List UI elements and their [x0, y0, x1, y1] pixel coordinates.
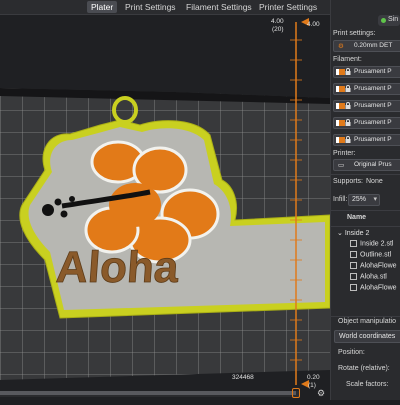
filament-color-swatch — [336, 103, 345, 109]
3d-viewport[interactable]: Aloha — [0, 15, 331, 400]
part-row[interactable]: Inside 2.stl — [350, 240, 393, 247]
position-label: Position: — [338, 349, 365, 356]
coordinates-combo[interactable]: World coordinates — [334, 330, 400, 343]
slider-top-layer: (20) — [272, 26, 284, 33]
filament-name: Prusament P — [354, 68, 392, 75]
object-manipulation-title: Object manipulatio — [338, 318, 396, 325]
mode-label: Sin — [388, 16, 399, 23]
filament-name: Prusament P — [354, 136, 392, 143]
gear-icon[interactable]: ⚙ — [317, 388, 325, 399]
object-name: Inside 2 — [344, 230, 370, 237]
filament-combo-3[interactable]: Prusament P — [333, 100, 400, 112]
part-row[interactable]: AlohaFlowe — [350, 284, 397, 291]
printer-icon: ▭ — [338, 162, 345, 169]
lock-icon — [345, 136, 351, 143]
part-row[interactable]: Aloha.stl — [350, 273, 387, 280]
filament-combo-5[interactable]: Prusament P — [333, 134, 400, 146]
divider — [331, 174, 400, 175]
object-row[interactable]: ⌄ Inside 2 — [337, 229, 369, 237]
print-settings-combo[interactable]: ⚙ 0.20mm DET — [333, 40, 400, 52]
divider — [331, 226, 400, 227]
tab-plater[interactable]: Plater — [87, 1, 118, 13]
slider-bottom-layer: (1) — [308, 382, 316, 389]
filament-color-swatch — [336, 120, 345, 126]
infill-combo[interactable]: 25% ▾ — [348, 194, 380, 206]
filament-name: Prusament P — [354, 119, 392, 126]
lock-icon — [345, 68, 351, 75]
filament-label: Filament: — [333, 56, 362, 63]
scene-canvas: Aloha — [0, 15, 331, 400]
infill-label: Infill: — [333, 196, 348, 203]
infill-value: 25% — [352, 196, 367, 203]
part-icon — [350, 251, 357, 258]
printer-combo[interactable]: ▭ Original Prus — [333, 159, 400, 171]
slider-bottom-value: 0.20 — [307, 374, 320, 381]
filament-color-swatch — [336, 69, 345, 75]
print-settings-value: 0.20mm DET — [354, 42, 393, 49]
print-settings-label: Print settings: — [333, 30, 376, 37]
mode-dot-icon — [381, 18, 386, 23]
gear-small-icon: ⚙ — [338, 43, 344, 50]
tab-print-settings[interactable]: Print Settings — [121, 1, 180, 13]
lock-icon — [345, 102, 351, 109]
lock-icon — [345, 119, 351, 126]
mode-button[interactable]: Sin — [378, 15, 400, 26]
supports-value[interactable]: None — [366, 178, 383, 185]
name-column-header[interactable]: Name — [347, 214, 366, 221]
filament-combo-2[interactable]: Prusament P — [333, 83, 400, 95]
divider — [331, 316, 400, 317]
filament-combo-4[interactable]: Prusament P — [333, 117, 400, 129]
part-icon — [350, 273, 357, 280]
lock-icon — [345, 85, 351, 92]
printer-label: Printer: — [333, 150, 356, 157]
aloha-text: Aloha — [55, 243, 181, 292]
part-icon — [350, 262, 357, 269]
rotate-label: Rotate (relative): — [338, 365, 390, 372]
divider — [331, 210, 400, 211]
filament-color-swatch — [336, 86, 345, 92]
lock-icon[interactable] — [292, 388, 300, 398]
tab-bar: Plater Print Settings Filament Settings … — [0, 0, 330, 15]
filament-name: Prusament P — [354, 85, 392, 92]
scale-label: Scale factors: — [346, 381, 389, 388]
horizontal-slider[interactable] — [0, 391, 300, 397]
coordinates-value: World coordinates — [339, 333, 396, 340]
part-row[interactable]: AlohaFlowe — [350, 262, 397, 269]
part-icon — [350, 240, 357, 247]
filament-name: Prusament P — [354, 102, 392, 109]
part-row[interactable]: Outline.stl — [350, 251, 391, 258]
slider-top-value: 4.00 — [271, 18, 284, 25]
filament-combo-1[interactable]: Prusament P — [333, 66, 400, 78]
tab-printer-settings[interactable]: Printer Settings — [255, 1, 321, 13]
supports-label: Supports: — [333, 178, 363, 185]
printer-value: Original Prus — [354, 161, 392, 168]
coordinate-readout: 324468 — [232, 374, 254, 381]
part-icon — [350, 284, 357, 291]
chevron-down-icon: ⌄ — [337, 230, 343, 237]
slider-top-value-right: 4.00 — [307, 21, 320, 28]
filament-color-swatch — [336, 137, 345, 143]
chevron-down-icon: ▾ — [373, 196, 377, 203]
tab-filament-settings[interactable]: Filament Settings — [182, 1, 256, 13]
